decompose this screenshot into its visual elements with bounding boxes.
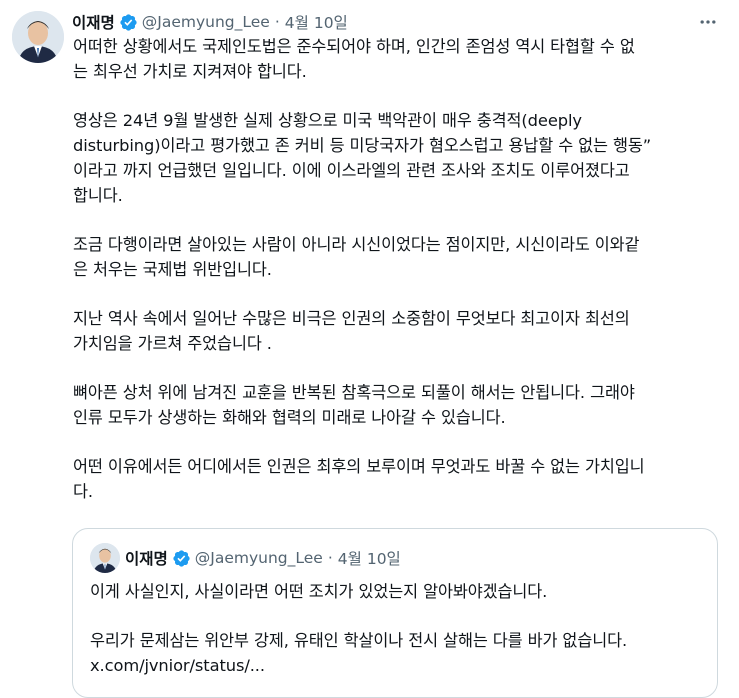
quoted-author-handle: @Jaemyung_Lee (194, 549, 323, 567)
verified-badge-icon (119, 13, 138, 32)
author-handle[interactable]: @Jaemyung_Lee (142, 13, 270, 31)
quoted-tweet-header: 이재명 @Jaemyung_Lee · 4월 10일 (125, 546, 401, 570)
tweet-date[interactable]: 4월 10일 (285, 11, 348, 33)
quoted-paragraph: 우리가 문제삼는 위안부 강제, 유태인 학살이나 전시 살해는 다를 바가 없… (90, 631, 628, 650)
tweet-paragraph: 어떠한 상황에서도 국제인도법은 준수되어야 하며, 인간의 존엄성 역시 타협… (73, 37, 635, 81)
quoted-tweet-body: 이게 사실인지, 사실이라면 어떤 조치가 있었는지 알아봐야겠습니다. 우리가… (90, 579, 702, 678)
separator-dot: · (274, 13, 280, 31)
quoted-avatar[interactable] (90, 543, 120, 573)
tweet-paragraph: 어떤 이유에서든 어디에서든 인권은 최후의 보루이며 무엇과도 바꿀 수 없는… (73, 457, 645, 501)
avatar[interactable] (12, 11, 64, 63)
author-name[interactable]: 이재명 (72, 11, 115, 33)
quoted-paragraph: 이게 사실인지, 사실이라면 어떤 조치가 있었는지 알아봐야겠습니다. (90, 582, 548, 601)
quoted-link[interactable]: x.com/jvnior/status/... (90, 653, 702, 678)
verified-badge-icon (172, 549, 191, 568)
quoted-tweet-card[interactable]: 이재명 @Jaemyung_Lee · 4월 10일 이게 사실인지, 사실이라… (72, 528, 718, 698)
separator-dot: · (327, 549, 333, 567)
quoted-author-name: 이재명 (125, 550, 168, 568)
more-options-icon[interactable] (696, 10, 720, 34)
tweet-paragraph: 조금 다행이라면 살아있는 사람이 아니라 시신이었다는 점이지만, 시신이라도… (73, 235, 640, 279)
tweet-paragraph: 영상은 24년 9월 발생한 실제 상황으로 미국 백악관이 매우 충격적(de… (73, 111, 652, 205)
tweet-body: 어떠한 상황에서도 국제인도법은 준수되어야 하며, 인간의 존엄성 역시 타협… (73, 34, 725, 528)
tweet-header: 이재명 @Jaemyung_Lee · 4월 10일 (72, 10, 348, 34)
quoted-tweet-date: 4월 10일 (337, 550, 401, 568)
tweet-paragraph: 뼈아픈 상처 위에 남겨진 교훈을 반복된 참혹극으로 되풀이 해서는 안됩니다… (73, 383, 635, 427)
tweet-paragraph: 지난 역사 속에서 일어난 수많은 비극은 인권의 소중함이 무엇보다 최고이자… (73, 309, 630, 353)
